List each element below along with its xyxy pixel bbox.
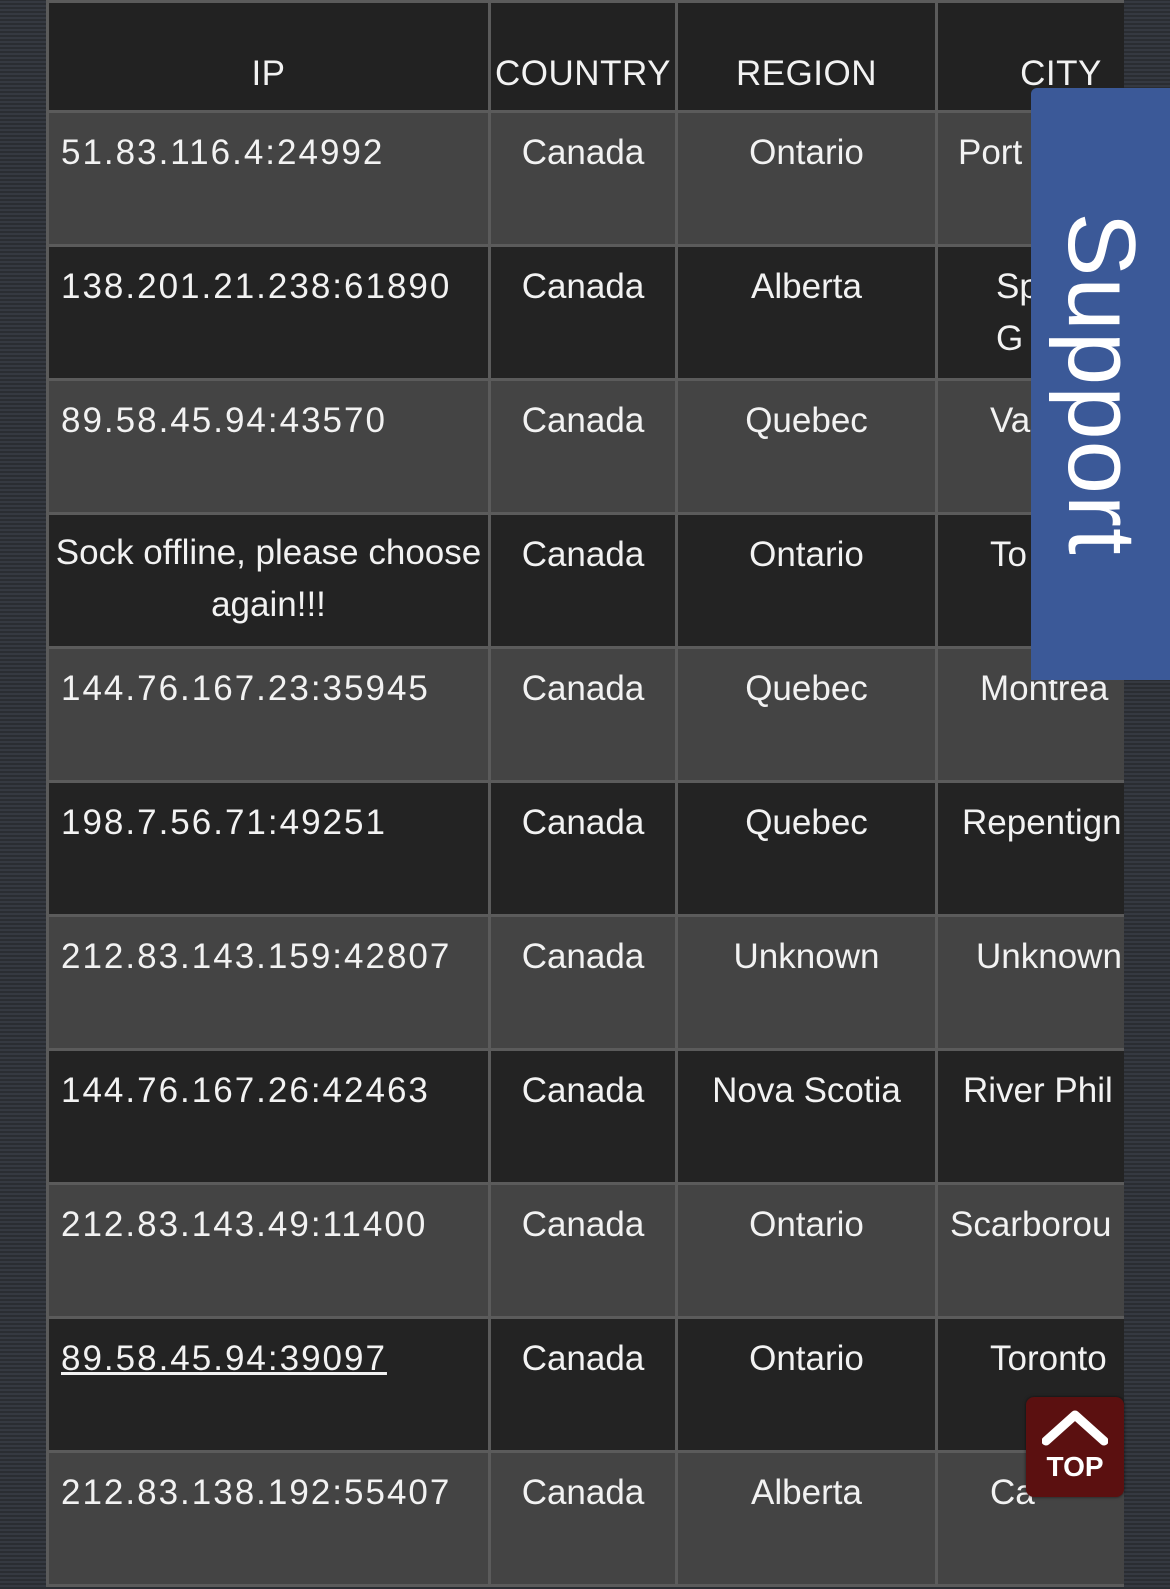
ip-cell[interactable]: 212.83.143.49:11400 (46, 1182, 491, 1319)
table-row: Sock offline, please choose again!!! Can… (46, 512, 1124, 649)
region-cell: Quebec (675, 646, 938, 783)
proxy-table-container: IP COUNTRY REGION CITY 51.83.116.4:24992… (46, 0, 1124, 1589)
ip-link[interactable]: 89.58.45.94:39097 (61, 1339, 387, 1378)
region-cell: Nova Scotia (675, 1048, 938, 1185)
ip-cell[interactable]: 144.76.167.23:35945 (46, 646, 491, 783)
country-cell: Canada (488, 780, 678, 917)
region-cell: Ontario (675, 110, 938, 247)
table-row: 89.58.45.94:39097 Canada Ontario Toronto (46, 1316, 1124, 1453)
region-cell: Ontario (675, 512, 938, 649)
country-cell: Canada (488, 1182, 678, 1319)
city-cell: Unknown (935, 914, 1124, 1051)
region-cell: Quebec (675, 378, 938, 515)
table-row: 198.7.56.71:49251 Canada Quebec Repentig… (46, 780, 1124, 917)
header-country: COUNTRY (488, 0, 678, 113)
table-row: 212.83.138.192:55407 Canada Alberta Ca (46, 1450, 1124, 1587)
table-row: 51.83.116.4:24992 Canada Ontario Port (46, 110, 1124, 247)
table-row: 212.83.143.49:11400 Canada Ontario Scarb… (46, 1182, 1124, 1319)
ip-cell[interactable]: 89.58.45.94:43570 (46, 378, 491, 515)
region-cell: Alberta (675, 1450, 938, 1587)
country-cell: Canada (488, 914, 678, 1051)
chevron-up-icon (1042, 1410, 1108, 1446)
support-label: Support (1047, 212, 1155, 556)
country-cell: Canada (488, 110, 678, 247)
sock-offline-message: Sock offline, please choose again!!! (46, 512, 491, 649)
region-cell: Ontario (675, 1316, 938, 1453)
region-cell: Ontario (675, 1182, 938, 1319)
country-cell: Canada (488, 378, 678, 515)
region-cell: Alberta (675, 244, 938, 381)
country-cell: Canada (488, 1450, 678, 1587)
support-tab[interactable]: Support (1031, 88, 1170, 680)
country-cell: Canada (488, 244, 678, 381)
header-region: REGION (675, 0, 938, 113)
header-ip: IP (46, 0, 491, 113)
ip-cell[interactable]: 138.201.21.238:61890 (46, 244, 491, 381)
city-cell: Repentign (935, 780, 1124, 917)
back-to-top-button[interactable]: TOP (1026, 1397, 1124, 1497)
ip-cell[interactable]: 144.76.167.26:42463 (46, 1048, 491, 1185)
ip-cell[interactable]: 89.58.45.94:39097 (46, 1316, 491, 1453)
country-cell: Canada (488, 646, 678, 783)
region-cell: Quebec (675, 780, 938, 917)
ip-cell[interactable]: 51.83.116.4:24992 (46, 110, 491, 247)
city-cell: Scarborou (935, 1182, 1124, 1319)
country-cell: Canada (488, 512, 678, 649)
ip-cell[interactable]: 212.83.143.159:42807 (46, 914, 491, 1051)
table-row: 138.201.21.238:61890 Canada Alberta Sp G (46, 244, 1124, 381)
table-row: 89.58.45.94:43570 Canada Quebec Va (46, 378, 1124, 515)
country-cell: Canada (488, 1048, 678, 1185)
table-row: 144.76.167.23:35945 Canada Quebec Montre… (46, 646, 1124, 783)
table-row: 144.76.167.26:42463 Canada Nova Scotia R… (46, 1048, 1124, 1185)
city-cell: River Phil (935, 1048, 1124, 1185)
ip-cell[interactable]: 198.7.56.71:49251 (46, 780, 491, 917)
country-cell: Canada (488, 1316, 678, 1453)
region-cell: Unknown (675, 914, 938, 1051)
ip-cell[interactable]: 212.83.138.192:55407 (46, 1450, 491, 1587)
table-row: 212.83.143.159:42807 Canada Unknown Unkn… (46, 914, 1124, 1051)
proxy-table: IP COUNTRY REGION CITY 51.83.116.4:24992… (46, 0, 1124, 1587)
table-header-row: IP COUNTRY REGION CITY (46, 0, 1124, 113)
top-label: TOP (1046, 1451, 1104, 1482)
